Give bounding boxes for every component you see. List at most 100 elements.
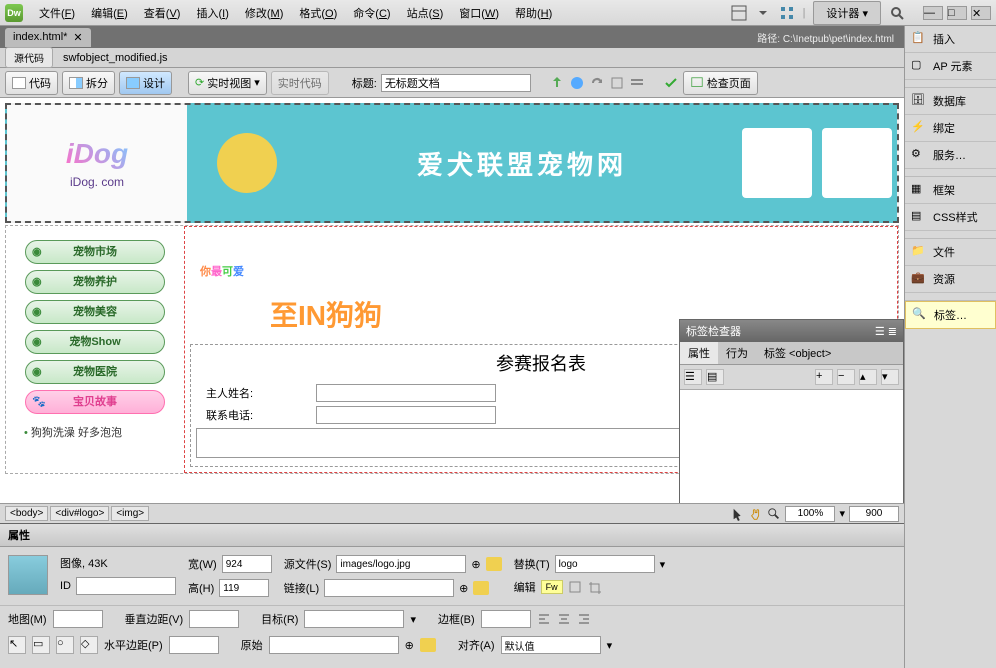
crop-icon[interactable] bbox=[587, 580, 601, 594]
edit-tool-icon[interactable] bbox=[568, 580, 582, 594]
globe-icon[interactable] bbox=[569, 75, 585, 91]
nav-button-4[interactable]: 宠物医院 bbox=[25, 360, 165, 384]
sidebar-link[interactable]: 狗狗洗澡 好多泡泡 bbox=[14, 420, 176, 444]
height-input[interactable] bbox=[219, 579, 269, 597]
menu-c[interactable]: 命令(C) bbox=[345, 5, 398, 23]
nav-button-2[interactable]: 宠物美容 bbox=[25, 300, 165, 324]
link-input[interactable] bbox=[324, 579, 454, 597]
refresh-icon[interactable] bbox=[589, 75, 605, 91]
id-input[interactable] bbox=[76, 577, 176, 595]
panel-menu-icon[interactable]: ☰ ≣ bbox=[875, 325, 897, 338]
align-dropdown-icon[interactable]: ▾ bbox=[607, 639, 613, 652]
panel-btn-8[interactable]: 💼资源 bbox=[905, 266, 996, 293]
width-display[interactable] bbox=[849, 506, 899, 522]
pointer-tool-icon[interactable] bbox=[731, 507, 745, 521]
menu-o[interactable]: 格式(O) bbox=[291, 5, 345, 23]
panel-btn-3[interactable]: ⚡绑定 bbox=[905, 115, 996, 142]
properties-header[interactable]: 属性 bbox=[0, 524, 904, 547]
hand-tool-icon[interactable] bbox=[749, 507, 763, 521]
breadcrumb-0[interactable]: <body> bbox=[5, 506, 48, 521]
crosshair-icon[interactable]: ⊕ bbox=[405, 639, 414, 652]
src-input[interactable] bbox=[336, 555, 466, 573]
zoom-icon[interactable] bbox=[767, 507, 781, 521]
align-center-icon[interactable] bbox=[557, 612, 571, 626]
maximize-button[interactable]: □ bbox=[947, 6, 967, 20]
zoom-input[interactable] bbox=[785, 506, 835, 522]
breadcrumb-2[interactable]: <img> bbox=[111, 506, 149, 521]
border-input[interactable] bbox=[481, 610, 531, 628]
code-view-button[interactable]: 代码 bbox=[5, 71, 58, 95]
panel-btn-0[interactable]: 📋插入 bbox=[905, 26, 996, 53]
nav-button-1[interactable]: 宠物养护 bbox=[25, 270, 165, 294]
menu-h[interactable]: 帮助(H) bbox=[507, 5, 560, 23]
panel-btn-2[interactable]: 🗄数据库 bbox=[905, 88, 996, 115]
source-code-tab[interactable]: 源代码 bbox=[5, 47, 53, 68]
crosshair-icon[interactable]: ⊕ bbox=[471, 558, 480, 571]
document-tab[interactable]: index.html* ✕ bbox=[5, 28, 91, 47]
design-canvas[interactable]: iDog iDog. com 爱犬联盟宠物网 宠物市场宠物养护宠物美容宠物Sho… bbox=[0, 98, 904, 503]
align-input[interactable] bbox=[501, 636, 601, 654]
dropdown-icon[interactable] bbox=[755, 5, 771, 21]
panel-btn-5[interactable]: ▦框架 bbox=[905, 177, 996, 204]
grid-icon[interactable] bbox=[779, 5, 795, 21]
tool-icon[interactable] bbox=[609, 75, 625, 91]
search-icon[interactable] bbox=[889, 5, 905, 21]
menu-f[interactable]: 文件(F) bbox=[31, 5, 83, 23]
menu-e[interactable]: 编辑(E) bbox=[83, 5, 136, 23]
options-icon[interactable] bbox=[629, 75, 645, 91]
menu-i[interactable]: 插入(I) bbox=[188, 5, 236, 23]
menu-s[interactable]: 站点(S) bbox=[399, 5, 452, 23]
up-icon[interactable]: ▴ bbox=[859, 369, 877, 385]
inspect-button[interactable]: 检查页面 bbox=[683, 71, 758, 95]
panel-btn-9[interactable]: 🔍标签… bbox=[905, 301, 996, 329]
browse-src-icon[interactable] bbox=[486, 557, 502, 571]
designer-dropdown[interactable]: 设计器 ▾ bbox=[813, 1, 881, 25]
tag-inspector-body[interactable] bbox=[680, 390, 903, 503]
align-left-icon[interactable] bbox=[537, 612, 551, 626]
design-view-button[interactable]: 设计 bbox=[119, 71, 172, 95]
owner-input[interactable] bbox=[316, 384, 496, 402]
layout-icon[interactable] bbox=[731, 5, 747, 21]
hspace-input[interactable] bbox=[169, 636, 219, 654]
circle-hotspot-icon[interactable]: ○ bbox=[56, 636, 74, 654]
add-icon[interactable]: + bbox=[815, 369, 833, 385]
menu-v[interactable]: 查看(V) bbox=[136, 5, 189, 23]
js-file-tab[interactable]: swfobject_modified.js bbox=[57, 50, 174, 66]
panel-btn-7[interactable]: 📁文件 bbox=[905, 239, 996, 266]
upload-icon[interactable] bbox=[549, 75, 565, 91]
breadcrumb-1[interactable]: <div#logo> bbox=[50, 506, 109, 521]
split-view-button[interactable]: 拆分 bbox=[62, 71, 115, 95]
tab-close-icon[interactable]: ✕ bbox=[73, 31, 82, 44]
align-right-icon[interactable] bbox=[577, 612, 591, 626]
browse-link-icon[interactable] bbox=[473, 581, 489, 595]
target-input[interactable] bbox=[304, 610, 404, 628]
list-view-icon[interactable]: ☰ bbox=[684, 369, 702, 385]
orig-input[interactable] bbox=[269, 636, 399, 654]
poly-hotspot-icon[interactable]: ◇ bbox=[80, 636, 98, 654]
target-dropdown-icon[interactable]: ▾ bbox=[410, 613, 416, 626]
menu-m[interactable]: 修改(M) bbox=[237, 5, 292, 23]
nav-story-button[interactable]: 宝贝故事 bbox=[25, 390, 165, 414]
behaviors-tab[interactable]: 行为 bbox=[718, 342, 756, 364]
down-icon[interactable]: ▾ bbox=[881, 369, 899, 385]
attributes-tab[interactable]: 属性 bbox=[680, 342, 718, 364]
browse-orig-icon[interactable] bbox=[420, 638, 436, 652]
phone-input[interactable] bbox=[316, 406, 496, 424]
category-view-icon[interactable]: ▤ bbox=[706, 369, 724, 385]
minimize-button[interactable]: — bbox=[923, 6, 943, 20]
fw-edit-icon[interactable]: Fw bbox=[541, 580, 563, 594]
close-button[interactable]: ✕ bbox=[971, 6, 991, 20]
map-input[interactable] bbox=[53, 610, 103, 628]
validate-icon[interactable] bbox=[663, 75, 679, 91]
nav-button-3[interactable]: 宠物Show bbox=[25, 330, 165, 354]
tag-inspector-header[interactable]: 标签检查器 ☰ ≣ bbox=[680, 320, 903, 342]
live-code-button[interactable]: 实时代码 bbox=[271, 71, 329, 95]
alt-dropdown-icon[interactable]: ▾ bbox=[660, 558, 666, 571]
alt-input[interactable] bbox=[555, 555, 655, 573]
remove-icon[interactable]: − bbox=[837, 369, 855, 385]
zoom-dropdown-icon[interactable]: ▾ bbox=[839, 507, 845, 520]
menu-w[interactable]: 窗口(W) bbox=[451, 5, 507, 23]
title-input[interactable] bbox=[381, 74, 531, 92]
pointer-icon[interactable]: ↖ bbox=[8, 636, 26, 654]
vspace-input[interactable] bbox=[189, 610, 239, 628]
